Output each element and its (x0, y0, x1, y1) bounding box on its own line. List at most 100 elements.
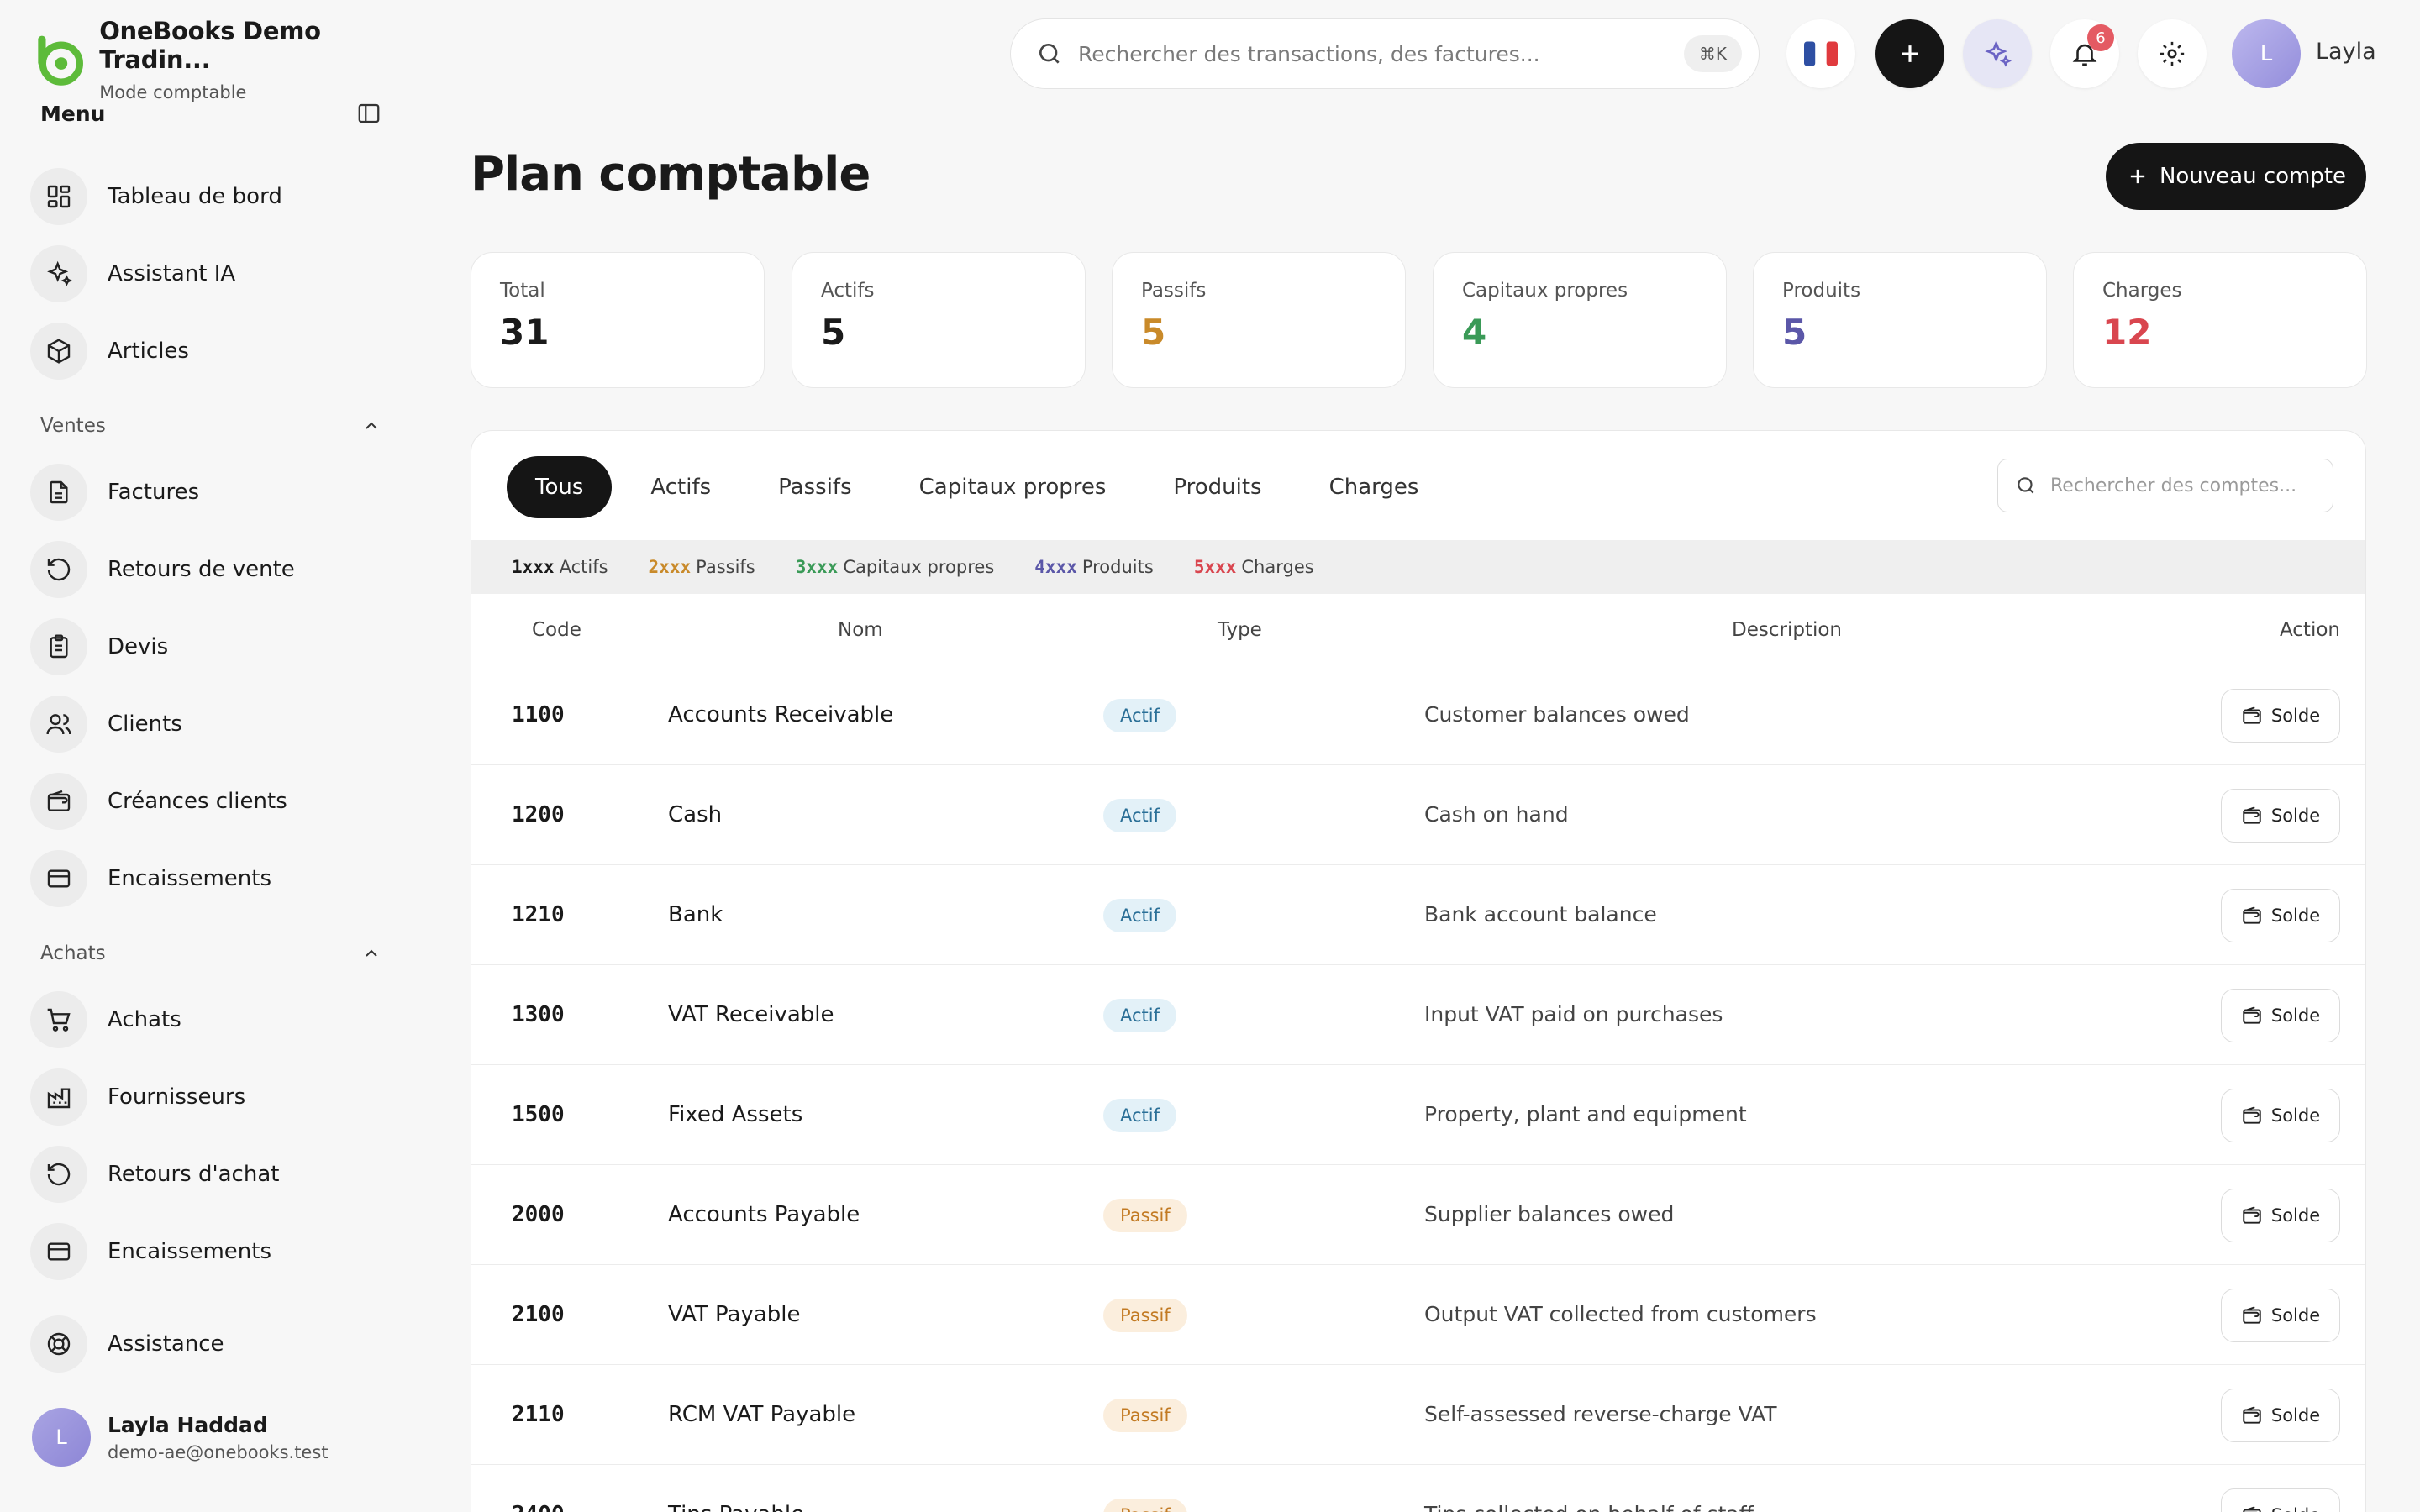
account-description: Self-assessed reverse-charge VAT (1424, 1402, 1777, 1426)
language-button[interactable] (1786, 19, 1855, 88)
balance-button[interactable]: Solde (2221, 689, 2340, 743)
account-type-badge: Actif (1103, 799, 1177, 832)
account-name: RCM VAT Payable (668, 1402, 856, 1427)
wallet-icon (2243, 1106, 2261, 1124)
tab-passifs[interactable]: Passifs (750, 456, 880, 518)
balance-button[interactable]: Solde (2221, 989, 2340, 1042)
sidebar-item-dashboard[interactable]: Tableau de bord (30, 167, 282, 226)
balance-button[interactable]: Solde (2221, 1189, 2340, 1242)
account-type-badge: Passif (1103, 1199, 1187, 1232)
legend-label: Capitaux propres (843, 557, 995, 577)
tab-produits[interactable]: Produits (1144, 456, 1290, 518)
account-description: Bank account balance (1424, 902, 1657, 927)
brand[interactable]: OneBooks Demo Tradin... Mode comptable (32, 17, 412, 102)
account-code: 1300 (512, 1002, 565, 1027)
ai-assistant-button[interactable] (1963, 19, 2032, 88)
sidebar-item-purchases[interactable]: Achats (30, 990, 182, 1049)
balance-button[interactable]: Solde (2221, 1089, 2340, 1142)
plus-icon (1902, 45, 1918, 62)
sidebar-item-receipts-purchases[interactable]: Encaissements (30, 1222, 271, 1281)
sidebar-item-invoices[interactable]: Factures (30, 463, 199, 522)
sidebar-collapse-icon[interactable] (356, 101, 381, 126)
table-row[interactable]: 1200 Cash Actif Cash on hand Solde (471, 765, 2365, 865)
section-purchases-header[interactable]: Achats (40, 942, 381, 964)
tab-actifs[interactable]: Actifs (622, 456, 739, 518)
account-code: 2400 (512, 1502, 565, 1512)
sidebar-item-receivables[interactable]: Créances clients (30, 772, 287, 831)
avatar[interactable]: L (2232, 19, 2301, 88)
chevron-up-icon[interactable] (361, 416, 381, 436)
account-code: 1210 (512, 902, 565, 927)
section-sales-header[interactable]: Ventes (40, 415, 381, 437)
brand-mode: Mode comptable (99, 82, 247, 102)
balance-button[interactable]: Solde (2221, 789, 2340, 843)
top-user-name[interactable]: Layla (2316, 39, 2376, 65)
account-description: Input VAT paid on purchases (1424, 1002, 1723, 1026)
package-icon (30, 323, 87, 380)
account-name: Accounts Payable (668, 1202, 860, 1227)
search-icon (2018, 477, 2034, 494)
accounts-search-input[interactable] (2050, 475, 2316, 496)
wallet-icon (30, 773, 87, 830)
quick-add-button[interactable] (1876, 19, 1944, 88)
legend-item: 4xxx Produits (1034, 557, 1154, 577)
balance-button[interactable]: Solde (2221, 889, 2340, 942)
sidebar-item-receipts-sales[interactable]: Encaissements (30, 849, 271, 908)
user-card[interactable]: L Layla Haddad demo-ae@onebooks.test (32, 1408, 329, 1467)
table-row[interactable]: 2000 Accounts Payable Passif Supplier balan… (471, 1165, 2365, 1265)
sidebar-item-purchase-returns[interactable]: Retours d'achat (30, 1145, 279, 1204)
stat-label: Total (500, 280, 545, 302)
table-row[interactable]: 2100 VAT Payable Passif Output VAT collecte… (471, 1265, 2365, 1365)
account-name: Bank (668, 902, 723, 927)
life-buoy-icon (30, 1315, 87, 1373)
sidebar-item-label: Factures (108, 480, 200, 505)
table-row[interactable]: 1500 Fixed Assets Actif Property, plant and… (471, 1065, 2365, 1165)
balance-button-label: Solde (2270, 1205, 2321, 1226)
col-type: Type (1218, 619, 1262, 641)
account-type-badge: Actif (1103, 999, 1177, 1032)
settings-button[interactable] (2138, 19, 2207, 88)
balance-button[interactable]: Solde (2221, 1488, 2340, 1512)
notifications-button[interactable]: 6 (2050, 19, 2119, 88)
sidebar-item-suppliers[interactable]: Fournisseurs (30, 1068, 245, 1126)
sidebar-item-clients[interactable]: Clients (30, 695, 182, 753)
plus-icon (2130, 169, 2145, 184)
sidebar-item-label: Assistance (108, 1331, 224, 1357)
sidebar-item-quotes[interactable]: Devis (30, 617, 168, 676)
sidebar-item-assistant[interactable]: Assistant IA (30, 244, 235, 303)
sidebar-item-support[interactable]: Assistance (30, 1315, 224, 1373)
new-account-button[interactable]: Nouveau compte (2106, 143, 2366, 210)
accounts-search[interactable] (1997, 459, 2333, 512)
sidebar-item-label: Clients (108, 711, 182, 737)
sidebar-item-articles[interactable]: Articles (30, 322, 189, 381)
account-name: VAT Receivable (668, 1002, 834, 1027)
sidebar-item-label: Retours d'achat (108, 1162, 280, 1187)
balance-button[interactable]: Solde (2221, 1389, 2340, 1442)
sidebar-item-label: Retours de vente (108, 557, 295, 582)
balance-button-label: Solde (2270, 906, 2321, 926)
table-row[interactable]: 1100 Accounts Receivable Actif Customer bal… (471, 665, 2365, 765)
table-row[interactable]: 1300 VAT Receivable Actif Input VAT paid on… (471, 965, 2365, 1065)
wallet-icon (2243, 1506, 2261, 1512)
account-code: 2110 (512, 1402, 565, 1427)
table-row[interactable]: 2110 RCM VAT Payable Passif Self-assessed r… (471, 1365, 2365, 1465)
balance-button-label: Solde (2271, 1505, 2320, 1512)
global-search-input[interactable] (1078, 41, 1684, 66)
sidebar-item-label: Encaissements (108, 866, 271, 891)
account-name: Cash (668, 802, 723, 827)
chevron-up-icon[interactable] (361, 943, 381, 963)
tab-capitaux-propres[interactable]: Capitaux propres (891, 456, 1135, 518)
legend-label: Passifs (696, 557, 755, 577)
table-row[interactable]: 1210 Bank Actif Bank account balance Solde (471, 865, 2365, 965)
balance-button-label: Solde (2270, 1005, 2321, 1026)
wallet-icon (2243, 806, 2261, 824)
balance-button[interactable]: Solde (2221, 1289, 2340, 1342)
tab-charges[interactable]: Charges (1301, 456, 1448, 518)
global-search[interactable]: ⌘K (1010, 18, 1760, 89)
tab-tous[interactable]: Tous (507, 456, 613, 518)
account-code: 1200 (512, 802, 565, 827)
table-row[interactable]: 2400 Tips Payable Passif Tips collected on … (471, 1465, 2365, 1512)
sidebar-item-label: Créances clients (108, 789, 287, 814)
dashboard-icon (30, 168, 87, 225)
sidebar-item-sales-returns[interactable]: Retours de vente (30, 540, 295, 599)
